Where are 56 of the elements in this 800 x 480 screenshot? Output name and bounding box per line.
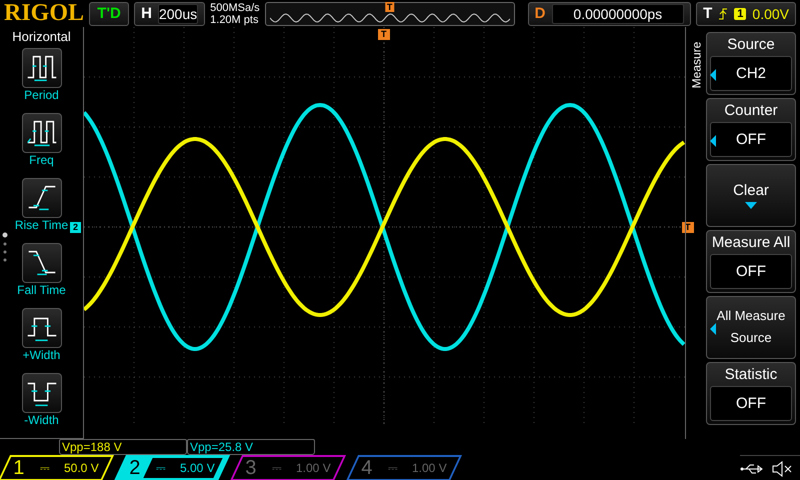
channel-number: 2 (128, 456, 142, 480)
delay-display: D 0.00000000ps (528, 2, 692, 26)
timebase-display: H 200us (134, 2, 206, 26)
coupling-symbol: ⎓ (272, 461, 282, 475)
down-arrow-icon (745, 202, 757, 210)
logo: RIGOL (4, 0, 84, 27)
trigger-position-marker: T (384, 2, 394, 12)
speaker-muted-icon (772, 460, 792, 476)
channel-tab[interactable]: 3 ⎓ 1.00 V (230, 455, 346, 480)
channel-number: 4 (360, 456, 374, 480)
nwidth-button[interactable] (22, 373, 62, 413)
left-arrow-icon (710, 135, 716, 147)
channel-number: 3 (244, 456, 258, 480)
menu-option-button[interactable]: Measure All OFF (706, 230, 796, 293)
memory-depth: 1.20M pts (210, 14, 260, 26)
period-button[interactable] (22, 48, 62, 88)
menu-title: Horizontal (12, 29, 71, 44)
menu-option-button[interactable]: Counter OFF (706, 98, 796, 161)
coupling-symbol: ⎓ (156, 461, 166, 475)
rise-button[interactable] (22, 178, 62, 218)
channel-tab[interactable]: 1 ⎓ 50.0 V (0, 455, 114, 480)
measurement-readout: Vpp=25.8 V (190, 440, 254, 454)
trigger-marker: T (378, 29, 390, 40)
menu-option-button[interactable]: All Measure Source (706, 296, 796, 359)
channel-scale: 5.00 V (180, 461, 215, 475)
page-dots-icon (2, 232, 8, 262)
channel-tab[interactable]: 4 ⎓ 1.00 V (346, 455, 462, 480)
menu-option-button[interactable]: Statistic OFF (706, 362, 796, 425)
menu-option-button[interactable]: Source CH2 (706, 32, 796, 95)
measurement-readout: Vpp=188 V (62, 440, 122, 454)
channel-scale: 1.00 V (412, 461, 447, 475)
frequency-button[interactable] (22, 113, 62, 153)
sample-rate: 500MSa/s (210, 2, 260, 14)
rising-edge-icon (718, 6, 728, 20)
measure-label: Freq (29, 153, 54, 167)
channel-marker: 2 (70, 222, 82, 233)
measure-label: Fall Time (17, 283, 66, 297)
coupling-symbol: ⎓ (388, 461, 398, 475)
measure-label: Rise Time (14, 218, 68, 232)
left-arrow-icon (710, 69, 716, 81)
clear-button[interactable]: Clear (706, 164, 796, 227)
measure-label: Period (24, 88, 59, 102)
channel-scale: 1.00 V (296, 461, 331, 475)
menu-tab[interactable]: Measure (688, 33, 704, 97)
left-arrow-icon (710, 323, 716, 335)
channel-scale: 50.0 V (64, 461, 99, 475)
measure-label: +Width (22, 348, 60, 362)
coupling-symbol: ⎓ (40, 461, 50, 475)
channel-number: 1 (12, 456, 26, 480)
channel-tab[interactable]: 2 ⎓ 5.00 V (114, 455, 230, 480)
run-status: T'D (89, 2, 130, 26)
fall-button[interactable] (22, 243, 62, 283)
measure-label: -Width (24, 413, 59, 427)
trigger-source: 1 (734, 8, 746, 20)
trigger-display: T 1 0.00V (696, 2, 796, 26)
pwidth-button[interactable] (22, 308, 62, 348)
